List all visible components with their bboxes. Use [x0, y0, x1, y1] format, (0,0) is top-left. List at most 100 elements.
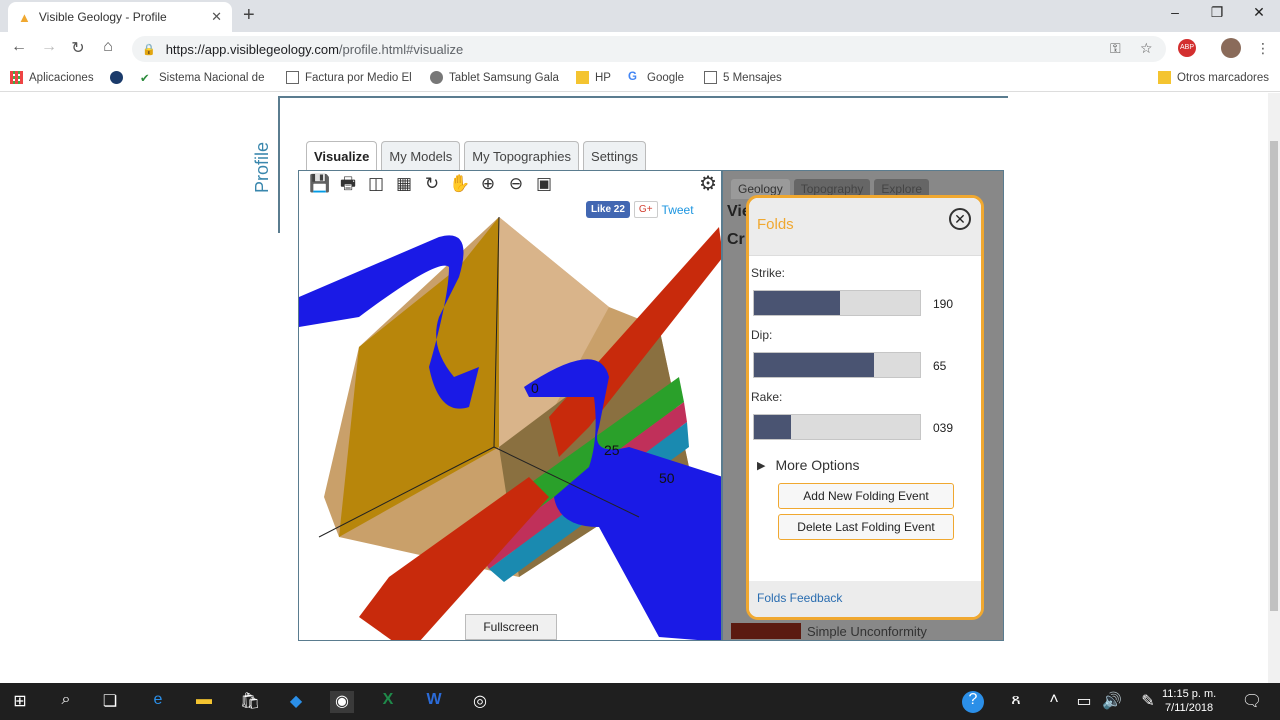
- bookmark-6-icon-item[interactable]: [110, 71, 123, 84]
- rake-slider[interactable]: [753, 414, 921, 440]
- new-tab-icon[interactable]: +: [243, 4, 255, 27]
- scrollbar-thumb[interactable]: [1270, 141, 1278, 611]
- dip-slider[interactable]: [753, 352, 921, 378]
- folds-title: Folds: [757, 216, 794, 233]
- delete-folding-event-button[interactable]: Delete Last Folding Event: [778, 514, 954, 540]
- tab-settings[interactable]: Settings: [583, 141, 647, 170]
- bookmark-factura[interactable]: Factura por Medio El: [286, 71, 412, 84]
- side-list-item[interactable]: Simple Unconformity: [731, 623, 927, 639]
- file-explorer-icon[interactable]: ▬: [192, 691, 216, 713]
- minimize-icon[interactable]: –: [1155, 4, 1195, 24]
- visible-geology-favicon-icon: ▲: [18, 9, 31, 25]
- bookmark-hp[interactable]: HP: [576, 71, 611, 84]
- tab-my-topographies[interactable]: My Topographies: [464, 141, 580, 170]
- bookmark-google[interactable]: G Google: [628, 71, 684, 84]
- zoom-in-icon[interactable]: ⊕: [477, 173, 499, 195]
- axis-label-25: 25: [604, 442, 620, 458]
- header-line: [278, 96, 1008, 98]
- unconformity-thumbnail: [731, 623, 801, 639]
- dropbox-icon[interactable]: ◆: [284, 691, 308, 713]
- bookmark-sistema[interactable]: ✔ Sistema Nacional de: [140, 71, 264, 86]
- fullscreen-button[interactable]: Fullscreen: [465, 614, 557, 640]
- viewer-toolbar: 💾 🖶 ◫ ▦ ↻ ✋ ⊕ ⊖ ▣: [299, 171, 721, 197]
- rake-value: 039: [933, 421, 954, 435]
- view-2d-icon[interactable]: ▦: [393, 173, 415, 195]
- chevron-up-icon[interactable]: ˄: [1042, 691, 1066, 713]
- window-close-icon[interactable]: ✕: [1239, 4, 1279, 24]
- app-circle-icon[interactable]: ◎: [468, 691, 492, 713]
- model-viewer[interactable]: 💾 🖶 ◫ ▦ ↻ ✋ ⊕ ⊖ ▣ ⚙ Like 22 G+ Tweet 0 2…: [298, 170, 722, 641]
- system-clock[interactable]: 11:15 p. m. 7/11/2018: [1162, 687, 1216, 715]
- dip-label: Dip:: [751, 328, 773, 342]
- folds-footer: Folds Feedback: [749, 581, 981, 617]
- folds-feedback-link[interactable]: Folds Feedback: [757, 591, 842, 605]
- volume-icon[interactable]: 🔊: [1100, 691, 1124, 713]
- zoom-out-icon[interactable]: ⊖: [505, 173, 527, 195]
- strike-value: 190: [933, 297, 954, 311]
- dip-value: 65: [933, 359, 947, 373]
- fit-view-icon[interactable]: ▣: [533, 173, 555, 195]
- bookmark-otros[interactable]: Otros marcadores: [1158, 71, 1269, 84]
- battery-icon[interactable]: ▭: [1072, 691, 1096, 713]
- tab-title: Visible Geology - Profile: [38, 10, 167, 24]
- bookmark-mensajes[interactable]: 5 Mensajes: [704, 71, 782, 84]
- pen-icon[interactable]: ✎: [1136, 691, 1160, 713]
- chrome-icon[interactable]: ◉: [330, 691, 354, 713]
- reload-icon[interactable]: ↻: [67, 38, 89, 60]
- block-3d-icon[interactable]: ◫: [365, 173, 387, 195]
- profile-label: Profile: [252, 141, 272, 193]
- home-icon[interactable]: ⌂: [97, 38, 119, 60]
- profile-divider: [278, 96, 280, 233]
- tab-visualize[interactable]: Visualize: [306, 141, 378, 170]
- settings-gear-icon[interactable]: ⚙: [699, 171, 717, 196]
- save-icon[interactable]: 💾: [309, 173, 331, 195]
- side-heading-create: Cr: [727, 231, 745, 248]
- task-view-icon[interactable]: ❏: [98, 691, 122, 713]
- axis-label-0: 0: [531, 380, 539, 396]
- strike-slider[interactable]: [753, 290, 921, 316]
- dip-slider-fill: [754, 353, 874, 377]
- adblock-icon[interactable]: ABP: [1178, 39, 1196, 57]
- page-scrollbar[interactable]: [1268, 93, 1280, 683]
- bookmark-star-icon[interactable]: ☆: [1140, 40, 1153, 57]
- browser-tab[interactable]: ▲ Visible Geology - Profile ✕: [8, 2, 232, 32]
- more-options-toggle[interactable]: ▶ More Options: [757, 457, 860, 473]
- address-bar[interactable]: 🔒 https://app.visiblegeology.com/profile…: [132, 36, 1166, 62]
- store-icon[interactable]: 🛍: [238, 691, 262, 713]
- forward-icon[interactable]: →: [38, 38, 60, 60]
- lock-icon: 🔒: [142, 43, 156, 56]
- browser-toolbar: ← → ↻ ⌂ 🔒 https://app.visiblegeology.com…: [0, 32, 1280, 64]
- notifications-icon[interactable]: 🗨: [1240, 691, 1264, 713]
- windows-start-icon[interactable]: ⊞: [8, 691, 32, 713]
- folder-icon: [1158, 71, 1171, 84]
- geology-3d-scene[interactable]: 0 25 50: [299, 197, 722, 641]
- key-icon[interactable]: ⚿: [1110, 40, 1121, 57]
- menu-kebab-icon[interactable]: ⋮: [1256, 40, 1270, 57]
- maximize-icon[interactable]: ❐: [1197, 4, 1237, 24]
- pan-hand-icon[interactable]: ✋: [449, 173, 471, 195]
- apps-grid-icon: [10, 71, 23, 84]
- folder-icon: [576, 71, 589, 84]
- page-icon: [704, 71, 717, 84]
- rotate-icon[interactable]: ↻: [421, 173, 443, 195]
- add-folding-event-button[interactable]: Add New Folding Event: [778, 483, 954, 509]
- excel-icon[interactable]: X: [376, 691, 400, 713]
- edge-icon[interactable]: e: [146, 691, 170, 713]
- profile-tabs: Visualize My Models My Topographies Sett…: [306, 141, 647, 170]
- people-icon[interactable]: ጸ: [1004, 691, 1028, 713]
- bookmark-apps[interactable]: Aplicaciones: [10, 71, 94, 84]
- search-icon[interactable]: ⌕: [54, 691, 78, 713]
- profile-avatar[interactable]: [1221, 38, 1241, 58]
- close-circle-icon[interactable]: ✕: [949, 208, 971, 230]
- word-icon[interactable]: W: [422, 691, 446, 713]
- bookmarks-bar: Aplicaciones ✔ Sistema Nacional de Factu…: [0, 64, 1280, 92]
- close-tab-icon[interactable]: ✕: [211, 9, 222, 25]
- help-icon[interactable]: ?: [962, 691, 984, 713]
- bookmark-tablet[interactable]: Tablet Samsung Gala: [430, 71, 559, 84]
- google-icon: G: [628, 71, 637, 83]
- tab-my-models[interactable]: My Models: [381, 141, 461, 170]
- back-icon[interactable]: ←: [8, 38, 30, 60]
- url-path: /profile.html#visualize: [338, 41, 464, 57]
- print-icon[interactable]: 🖶: [337, 173, 359, 195]
- tablet-icon: [430, 71, 443, 84]
